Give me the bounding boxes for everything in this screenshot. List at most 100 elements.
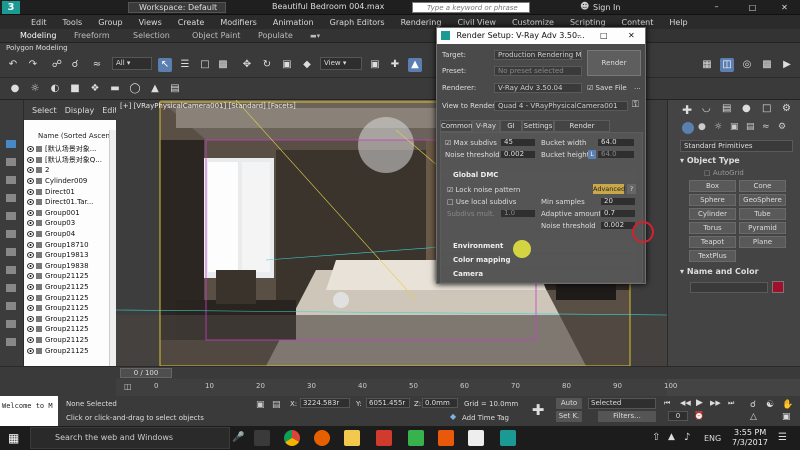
vray-sun-icon[interactable]: ☼ [28,82,42,96]
explorer-row[interactable]: [默认场景对象Q... [24,155,109,166]
explorer-filter-icon[interactable] [6,230,16,238]
explorer-filter-icon[interactable] [6,284,16,292]
primitive-category-dropdown[interactable]: Standard Primitives [680,140,793,152]
next-frame-icon[interactable]: ▶▶ [710,399,721,407]
minimize-button[interactable]: – [704,0,729,15]
menu-item-rendering[interactable]: Rendering [393,18,450,27]
autogrid-checkbox[interactable]: □ AutoGrid [704,169,744,177]
visibility-eye-icon[interactable] [27,178,34,185]
ribbon-tab-freeform[interactable]: Freeform [74,30,110,42]
link-icon[interactable]: ☍ [50,58,64,72]
mic-icon[interactable]: 🎤 [232,432,244,443]
dialog-minimize-button[interactable]: – [577,28,581,44]
current-frame-field[interactable]: 0 [668,411,688,421]
explorer-row[interactable]: Group21125 [24,314,109,325]
preset-dropdown[interactable]: No preset selected [494,66,582,76]
ribbon-options-icon[interactable]: ▬▾ [310,30,320,42]
geosphere-button[interactable]: GeoSphere [739,194,786,206]
explorer-filter-icon[interactable] [6,176,16,184]
render-button[interactable]: Render [587,50,641,76]
key-filter-icon[interactable]: ◫ [124,382,134,392]
lock-view-icon[interactable]: ⚿ [632,100,639,110]
vray-fur-icon[interactable]: ❖ [88,82,102,96]
chrome-icon[interactable] [284,430,300,446]
max-subdivs-checkbox[interactable]: ☑ Max subdivs [445,139,497,147]
sign-in-link[interactable]: Sign In [593,3,620,12]
named-selection-icon[interactable]: ▦ [700,58,714,72]
menu-item-tools[interactable]: Tools [55,18,91,27]
ribbon-tab-modeling[interactable]: Modeling [20,30,56,42]
sphere-button[interactable]: Sphere [689,194,736,206]
menu-item-modifiers[interactable]: Modifiers [212,18,265,27]
unlink-icon[interactable]: ☌ [68,58,82,72]
subdivs-mult-spinner[interactable]: 1.0 [500,209,536,218]
pan-icon[interactable]: ✋ [782,400,793,410]
app-red-icon[interactable] [376,430,392,446]
polygon-modeling-label[interactable]: Polygon Modeling [6,43,68,53]
menu-item-edit[interactable]: Edit [23,18,55,27]
isolate-icon[interactable]: ▣ [256,400,265,410]
rect-region-icon[interactable]: □ [198,58,212,72]
visibility-eye-icon[interactable] [27,305,34,312]
visibility-eye-icon[interactable] [27,167,34,174]
explorer-row[interactable]: Group21125 [24,292,109,303]
key-set-dropdown[interactable]: Selected [588,398,656,409]
visibility-eye-icon[interactable] [27,252,34,259]
explorer-filter-icon[interactable] [6,140,16,148]
advanced-mode-button[interactable]: Advanced [593,184,625,194]
target-dropdown[interactable]: Production Rendering Mode [494,50,582,60]
explorer-filter-icon[interactable] [6,212,16,220]
modify-tab-icon[interactable]: ◡ [702,103,711,114]
menu-item-group[interactable]: Group [90,18,130,27]
noise-threshold-dmc-spinner[interactable]: 0.002 [600,221,636,230]
object-type-rollout[interactable]: ▾ Object Type [680,156,793,167]
explorer-tab-display[interactable]: Display [65,106,95,115]
explorer-filter-icon[interactable] [6,248,16,256]
material-editor-icon[interactable]: ◎ [740,58,754,72]
explorer-scrollbar[interactable] [109,130,116,366]
bucket-width-spinner[interactable]: 64.0 [597,138,635,147]
task-view-icon[interactable] [254,430,270,446]
tab-gi[interactable]: GI [500,120,522,132]
render-frame-icon[interactable]: ▶ [780,58,794,72]
vray-proxy-icon[interactable]: ■ [68,82,82,96]
network-icon[interactable]: ⇧ [652,432,660,443]
object-name-field[interactable] [690,282,768,293]
visibility-eye-icon[interactable] [27,146,34,153]
maximize-viewport-icon[interactable]: ▣ [782,412,791,422]
x-coordinate-field[interactable]: 3224.583r [300,398,350,408]
bucket-height-spinner[interactable]: 64.0 [597,150,635,159]
move-icon[interactable]: ✥ [240,58,254,72]
language-indicator[interactable]: ENG [704,434,721,443]
visibility-eye-icon[interactable] [27,262,34,269]
explorer-row[interactable]: Group21125 [24,324,109,335]
set-key-button[interactable]: Set K. [556,411,582,422]
select-by-name-icon[interactable]: ☰ [178,58,192,72]
vray-sphere-icon[interactable]: ◯ [128,82,142,96]
absolute-mode-icon[interactable]: ▤ [272,400,281,410]
menu-item-views[interactable]: Views [131,18,170,27]
geometry-icon[interactable] [682,122,694,134]
menu-item-help[interactable]: Help [661,18,695,27]
motion-tab-icon[interactable]: ● [742,103,751,114]
explorer-row[interactable]: Group21125 [24,335,109,346]
bucket-lock-button[interactable]: L [588,150,596,159]
z-coordinate-field[interactable]: 0.0mm [422,398,458,408]
search-input[interactable] [412,2,530,13]
plane-button[interactable]: Plane [739,236,786,248]
selection-filter-dropdown[interactable]: All ▾ [112,57,152,70]
wifi-icon[interactable]: ▲ [668,432,675,442]
cone-button[interactable]: Cone [739,180,786,192]
explorer-row[interactable]: Group04 [24,229,109,240]
explorer-filter-icon[interactable] [6,302,16,310]
pivot-center-icon[interactable]: ▣ [368,58,382,72]
save-file-options[interactable]: ... [634,83,641,91]
visibility-eye-icon[interactable] [27,156,34,163]
explorer-row[interactable]: Group19813 [24,250,109,261]
ribbon-tab-populate[interactable]: Populate [258,30,293,42]
min-samples-spinner[interactable]: 20 [600,197,636,206]
view-to-render-dropdown[interactable]: Quad 4 - VRayPhysicalCamera001 [494,101,628,111]
torus-button[interactable]: Torus [689,222,736,234]
time-slider-handle[interactable]: 0 / 100 [120,368,172,378]
display-tab-icon[interactable]: □ [762,103,771,114]
